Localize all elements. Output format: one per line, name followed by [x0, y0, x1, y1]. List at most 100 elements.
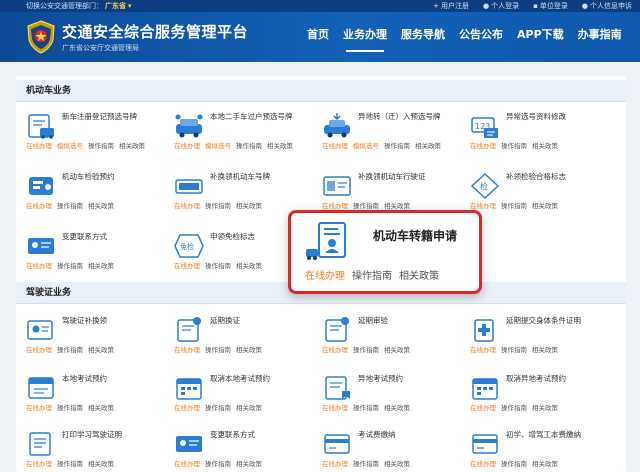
platform-title: 交通安全综合服务管理平台: [62, 23, 249, 41]
nav-app-download[interactable]: APP下载: [510, 12, 571, 62]
guide-link[interactable]: 操作指南: [57, 404, 83, 412]
online-handle-link[interactable]: 在线办理: [322, 346, 348, 354]
register-link[interactable]: + 用户注册: [433, 0, 469, 12]
nav-howto[interactable]: 办事指南: [571, 12, 629, 62]
online-handle-link[interactable]: 在线办理: [26, 262, 52, 270]
online-handle-link[interactable]: 在线办理: [470, 346, 496, 354]
department-switcher[interactable]: 切换公安交通管理部门： 广东省 ▾: [26, 0, 132, 12]
policy-link[interactable]: 相关政策: [384, 202, 410, 210]
online-handle-link[interactable]: 在线办理: [174, 202, 200, 210]
simulate-select-link[interactable]: 模拟选号: [353, 142, 379, 150]
policy-link[interactable]: 相关政策: [236, 404, 262, 412]
online-handle-link[interactable]: 在线办理: [26, 202, 52, 210]
online-handle-link[interactable]: 在线办理: [26, 142, 52, 150]
guide-link[interactable]: 操作指南: [57, 202, 83, 210]
guide-link[interactable]: 操作指南: [501, 346, 527, 354]
guide-link[interactable]: 操作指南: [353, 202, 379, 210]
online-handle-link[interactable]: 在线办理: [174, 404, 200, 412]
online-handle-link[interactable]: 在线办理: [305, 271, 345, 282]
service-item: 123 异常选号资料修改 在线办理 操作指南 相关政策: [460, 110, 608, 156]
guide-link[interactable]: 操作指南: [352, 271, 392, 282]
policy-link[interactable]: 相关政策: [236, 346, 262, 354]
service-name: 异地转（迁）入预选号牌: [358, 112, 441, 121]
online-handle-link[interactable]: 在线办理: [174, 142, 200, 150]
chevron-down-icon[interactable]: ▾: [128, 2, 132, 10]
online-handle-link[interactable]: 在线办理: [26, 460, 52, 468]
guide-link[interactable]: 操作指南: [353, 460, 379, 468]
person-icon: ●: [581, 2, 588, 10]
online-handle-link[interactable]: 在线办理: [470, 142, 496, 150]
policy-link[interactable]: 相关政策: [236, 202, 262, 210]
online-handle-link[interactable]: 在线办理: [470, 202, 496, 210]
policy-link[interactable]: 相关政策: [532, 460, 558, 468]
policy-link[interactable]: 相关政策: [415, 142, 441, 150]
guide-link[interactable]: 操作指南: [57, 460, 83, 468]
nav-announcements[interactable]: 公告公布: [452, 12, 510, 62]
online-handle-link[interactable]: 在线办理: [322, 202, 348, 210]
police-emblem-icon: [27, 20, 55, 54]
simulate-select-link[interactable]: 模拟选号: [57, 142, 83, 150]
policy-link[interactable]: 相关政策: [384, 346, 410, 354]
nav-business[interactable]: 业务办理: [336, 12, 394, 62]
nav-home[interactable]: 首页: [300, 12, 336, 62]
guide-link[interactable]: 操作指南: [501, 460, 527, 468]
guide-link[interactable]: 操作指南: [501, 404, 527, 412]
policy-link[interactable]: 相关政策: [119, 142, 145, 150]
online-handle-link[interactable]: 在线办理: [322, 142, 348, 150]
policy-link[interactable]: 相关政策: [267, 142, 293, 150]
policy-link[interactable]: 相关政策: [532, 404, 558, 412]
account-links: + 用户注册 ● 个人登录 ▪ 单位登录 ● 个人信息申诉: [433, 0, 632, 12]
guide-link[interactable]: 操作指南: [57, 346, 83, 354]
guide-link[interactable]: 操作指南: [205, 202, 231, 210]
exempt-badge-icon: 免检: [174, 234, 204, 258]
policy-link[interactable]: 相关政策: [532, 202, 558, 210]
guide-link[interactable]: 操作指南: [205, 346, 231, 354]
license-card-icon: [323, 176, 351, 196]
simulate-select-link[interactable]: 模拟选号: [205, 142, 231, 150]
appeal-link[interactable]: ● 个人信息申诉: [582, 0, 632, 12]
online-handle-link[interactable]: 在线办理: [322, 460, 348, 468]
guide-link[interactable]: 操作指南: [205, 404, 231, 412]
guide-link[interactable]: 操作指南: [205, 460, 231, 468]
online-handle-link[interactable]: 在线办理: [470, 404, 496, 412]
policy-link[interactable]: 相关政策: [88, 262, 114, 270]
guide-link[interactable]: 操作指南: [205, 262, 231, 270]
guide-link[interactable]: 操作指南: [353, 346, 379, 354]
online-handle-link[interactable]: 在线办理: [322, 404, 348, 412]
province-selector[interactable]: 广东省: [105, 2, 126, 10]
guide-link[interactable]: 操作指南: [353, 404, 379, 412]
guide-link[interactable]: 操作指南: [88, 142, 114, 150]
policy-link[interactable]: 相关政策: [236, 262, 262, 270]
policy-link[interactable]: 相关政策: [532, 346, 558, 354]
guide-link[interactable]: 操作指南: [236, 142, 262, 150]
guide-link[interactable]: 操作指南: [501, 142, 527, 150]
policy-link[interactable]: 相关政策: [88, 460, 114, 468]
guide-link[interactable]: 操作指南: [384, 142, 410, 150]
nav-service-guide[interactable]: 服务导航: [394, 12, 452, 62]
online-handle-link[interactable]: 在线办理: [470, 460, 496, 468]
policy-link[interactable]: 相关政策: [532, 142, 558, 150]
personal-login-link[interactable]: ● 个人登录: [483, 0, 519, 12]
policy-link[interactable]: 相关政策: [236, 460, 262, 468]
guide-link[interactable]: 操作指南: [57, 262, 83, 270]
policy-link[interactable]: 相关政策: [88, 202, 114, 210]
plate-edit-icon: 123: [471, 117, 498, 138]
inspection-badge-icon: 检: [470, 172, 500, 200]
delay-review-icon: [325, 317, 349, 342]
online-handle-link[interactable]: 在线办理: [26, 346, 52, 354]
svg-text:免检: 免检: [180, 242, 194, 251]
appeal-link-label: 个人信息申诉: [590, 2, 632, 10]
company-login-link[interactable]: ▪ 单位登录: [533, 0, 568, 12]
service-item: 驾驶证补换领 在线办理 操作指南 相关政策: [16, 314, 164, 360]
policy-link[interactable]: 相关政策: [384, 404, 410, 412]
online-handle-link[interactable]: 在线办理: [174, 346, 200, 354]
guide-link[interactable]: 操作指南: [501, 202, 527, 210]
highlighted-service-card[interactable]: 机动车转籍申请 在线办理 操作指南 相关政策: [288, 210, 482, 294]
online-handle-link[interactable]: 在线办理: [26, 404, 52, 412]
policy-link[interactable]: 相关政策: [88, 346, 114, 354]
policy-link[interactable]: 相关政策: [399, 271, 439, 282]
online-handle-link[interactable]: 在线办理: [174, 262, 200, 270]
online-handle-link[interactable]: 在线办理: [174, 460, 200, 468]
policy-link[interactable]: 相关政策: [384, 460, 410, 468]
policy-link[interactable]: 相关政策: [88, 404, 114, 412]
